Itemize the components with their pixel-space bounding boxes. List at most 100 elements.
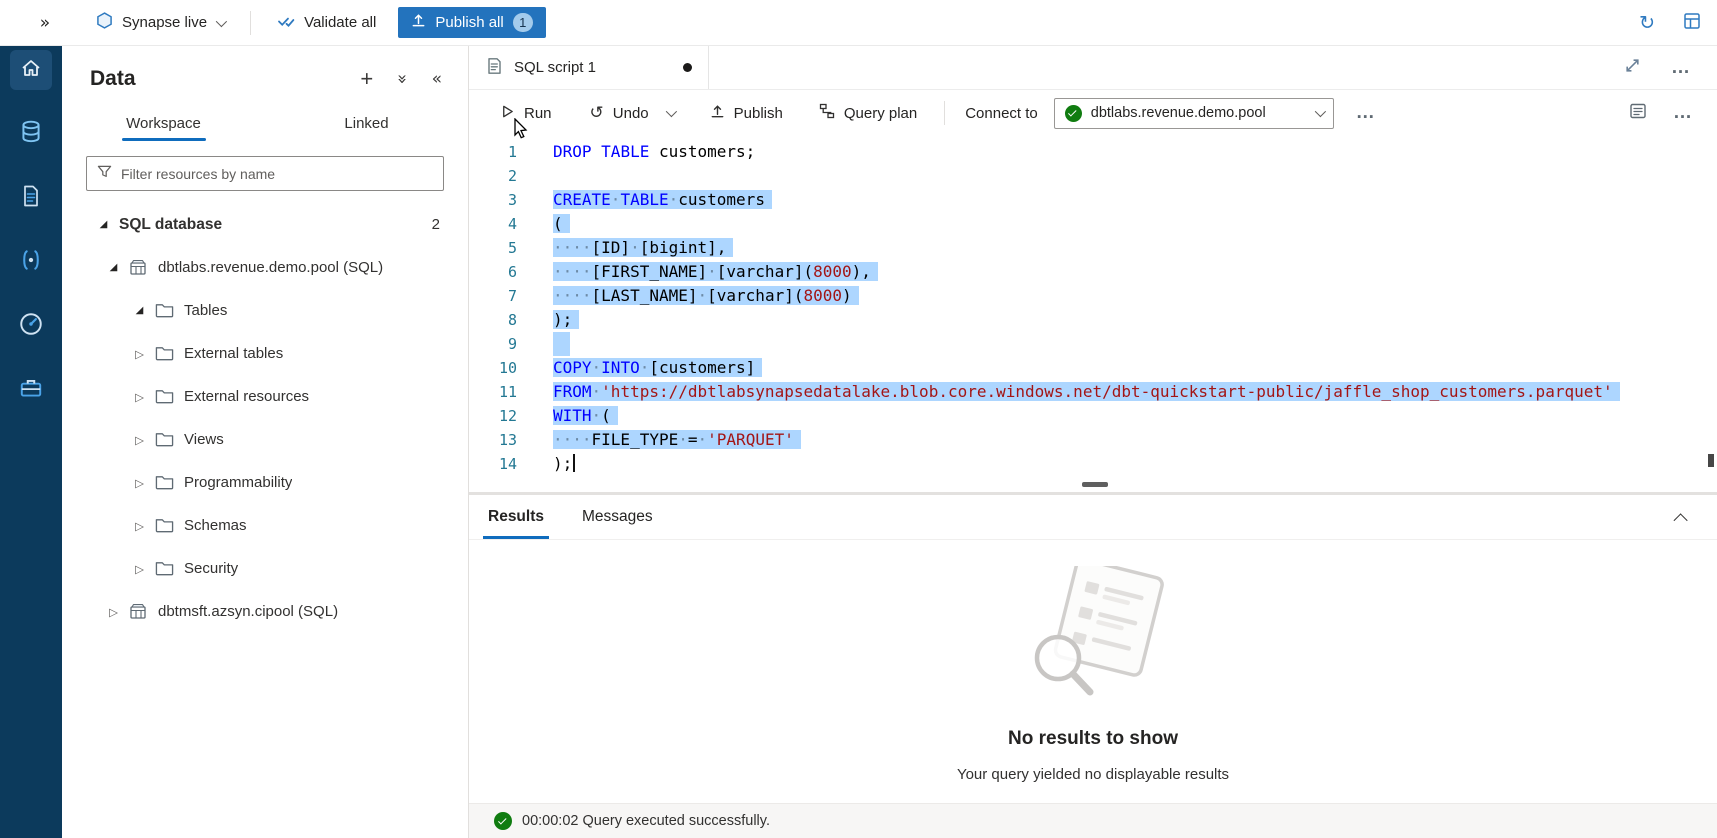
code-line-5[interactable]: 5····[ID]·[bigint], [469,236,1717,260]
publish-all-button[interactable]: Publish all 1 [398,7,545,38]
expander-expanded-icon[interactable]: ◢ [96,219,111,230]
add-resource-icon[interactable]: + [360,66,373,92]
notifications-grid-icon[interactable] [1683,12,1701,34]
tree-item-sql-database[interactable]: ◢SQL database2 [62,203,468,246]
tree-item-dbtlabs-revenue-demo-pool-sql[interactable]: ◢dbtlabs.revenue.demo.pool (SQL) [62,246,468,289]
collapse-panel-icon[interactable]: « [432,69,442,89]
item-count-badge: 2 [432,216,468,233]
tree-item-label: dbtmsft.azsyn.cipool (SQL) [158,603,338,620]
nav-develop-button[interactable] [10,178,52,218]
nav-data-button[interactable] [10,114,52,154]
expander-collapsed-icon[interactable]: ▷ [132,562,147,576]
tree-item-views[interactable]: ▷Views [62,418,468,461]
tree-item-external-tables[interactable]: ▷ External tables [62,332,468,375]
line-number[interactable]: 11 [469,380,531,404]
nav-manage-button[interactable] [10,370,52,410]
run-button[interactable]: Run [491,98,561,129]
refresh-icon[interactable]: ↻ [1639,12,1655,34]
line-number[interactable]: 2 [469,164,531,188]
double-chevron-down-icon[interactable]: « [392,74,412,84]
code-line-11[interactable]: 11FROM·'https://dbtlabsynapsedatalake.bl… [469,380,1717,404]
document-tabstrip: SQL script 1 … [469,46,1717,90]
line-number[interactable]: 14 [469,452,531,476]
nav-monitor-button[interactable] [10,306,52,346]
filter-resources-input[interactable] [121,166,433,182]
code-line-13[interactable]: 13····FILE_TYPE·=·'PARQUET' [469,428,1717,452]
toolbar-more-icon[interactable]: … [1356,102,1376,124]
tree-item-label: External tables [184,345,283,362]
tab-messages[interactable]: Messages [577,495,658,539]
tree-item-schemas[interactable]: ▷Schemas [62,504,468,547]
tab-sql-script-1[interactable]: SQL script 1 [469,46,709,89]
code-line-1[interactable]: 1DROP TABLE customers; [469,140,1717,164]
code-line-6[interactable]: 6····[FIRST_NAME]·[varchar](8000), [469,260,1717,284]
tree-item-dbtmsft-azsyn-cipool-sql[interactable]: ▷ dbtmsft.azsyn.cipool (SQL) [62,590,468,633]
tab-workspace[interactable]: Workspace [62,100,265,146]
connect-pool-dropdown[interactable]: dbtlabs.revenue.demo.pool [1054,98,1334,129]
expander-collapsed-icon[interactable]: ▷ [132,476,147,490]
tab-linked[interactable]: Linked [265,100,468,146]
undo-button[interactable]: ↺ Undo [581,97,658,129]
query-plan-button[interactable]: Query plan [810,97,926,129]
line-number[interactable]: 10 [469,356,531,380]
query-status-bar: 00:00:02 Query executed successfully. [469,803,1717,838]
tree-item-security[interactable]: ▷Security [62,547,468,590]
code-line-4[interactable]: 4( [469,212,1717,236]
undo-icon: ↺ [590,103,604,123]
code-line-9[interactable]: 9 [469,332,1717,356]
expander-collapsed-icon[interactable]: ▷ [132,347,147,361]
sql-code-editor[interactable]: 1DROP TABLE customers;23CREATE·TABLE·cus… [469,136,1717,492]
publish-button[interactable]: Publish [701,98,792,129]
expander-expanded-icon[interactable]: ◢ [106,262,121,273]
nav-integrate-button[interactable] [10,242,52,282]
line-number[interactable]: 4 [469,212,531,236]
mode-switcher-synapse-live[interactable]: Synapse live [96,12,224,33]
line-number[interactable]: 13 [469,428,531,452]
line-number[interactable]: 9 [469,332,531,356]
expander-collapsed-icon[interactable]: ▷ [132,519,147,533]
code-line-14[interactable]: 14); [469,452,1717,476]
chevron-down-icon [216,15,227,26]
folder-icon [155,474,175,492]
collapse-results-icon[interactable] [1677,511,1687,529]
editor-toolbar: Run ↺ Undo Publish [469,90,1717,136]
code-line-3[interactable]: 3CREATE·TABLE·customers [469,188,1717,212]
code-line-8[interactable]: 8); [469,308,1717,332]
code-line-2[interactable]: 2 [469,164,1717,188]
horizontal-scrollbar-thumb[interactable] [1082,482,1108,487]
line-number[interactable]: 5 [469,236,531,260]
validate-all-button[interactable]: Validate all [277,13,376,33]
line-number[interactable]: 12 [469,404,531,428]
expander-collapsed-icon[interactable]: ▷ [132,390,147,404]
expand-double-chevron-icon[interactable]: » [34,13,56,33]
undo-dropdown-button[interactable] [664,103,683,123]
properties-icon[interactable] [1629,102,1647,124]
pool-name: dbtlabs.revenue.demo.pool [1091,105,1306,121]
nav-home-button[interactable] [10,50,52,90]
line-number[interactable]: 3 [469,188,531,212]
code-line-12[interactable]: 12WITH·( [469,404,1717,428]
line-number[interactable]: 8 [469,308,531,332]
tree-item-external-resources[interactable]: ▷External resources [62,375,468,418]
line-number[interactable]: 6 [469,260,531,284]
toolbar-overflow-icon[interactable]: … [1673,102,1693,124]
expand-editor-icon[interactable] [1624,57,1641,79]
line-content: ); [531,452,575,476]
tabstrip-more-icon[interactable]: … [1671,57,1691,79]
expander-expanded-icon[interactable]: ◢ [132,305,147,316]
no-results-illustration [1006,566,1181,706]
code-line-10[interactable]: 10COPY·INTO·[customers] [469,356,1717,380]
expander-collapsed-icon[interactable]: ▷ [106,605,121,619]
line-number[interactable]: 7 [469,284,531,308]
line-number[interactable]: 1 [469,140,531,164]
panel-title: Data [90,67,136,91]
overview-ruler-mark[interactable] [1708,454,1714,467]
tree-item-programmability[interactable]: ▷Programmability [62,461,468,504]
chevron-down-icon [1315,106,1326,117]
results-panel-header: Results Messages [469,495,1717,540]
tree-item-tables[interactable]: ◢Tables [62,289,468,332]
tab-results[interactable]: Results [483,495,549,539]
sidebar-tabs: Workspace Linked [62,100,468,146]
expander-collapsed-icon[interactable]: ▷ [132,433,147,447]
code-line-7[interactable]: 7····[LAST_NAME]·[varchar](8000) [469,284,1717,308]
